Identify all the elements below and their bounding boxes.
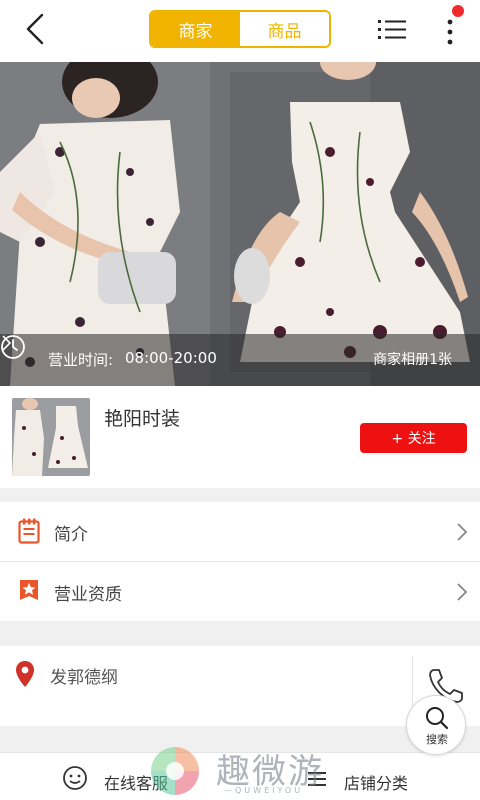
follow-button[interactable]: + 关注 <box>360 423 467 453</box>
business-hours-bar: 营业时间: 08:00-20:00 商家相册1张 <box>0 334 480 386</box>
smiley-chat-icon[interactable] <box>62 765 88 791</box>
row-qualification-label: 营业资质 <box>54 585 122 605</box>
notebook-icon <box>18 518 40 544</box>
shop-info-card: 艳阳时装 + 关注 <box>0 386 480 488</box>
search-label: 搜索 <box>426 733 448 746</box>
search-icon <box>426 707 449 730</box>
shop-name: 艳阳时装 <box>104 408 181 430</box>
row-qualification[interactable]: 营业资质 <box>0 562 480 621</box>
chevron-right-icon[interactable] <box>0 334 12 352</box>
list-icon[interactable] <box>376 15 408 45</box>
address-text: 发郭德纲 <box>50 668 118 688</box>
top-nav-bar: 商家 商品 <box>0 0 480 62</box>
location-pin-icon <box>16 661 34 687</box>
album-link[interactable]: 商家相册1张 <box>373 349 452 369</box>
bottom-bar: 在线客服 店铺分类 <box>0 752 480 800</box>
row-introduction-label: 简介 <box>54 525 88 545</box>
shop-thumbnail-image <box>12 398 90 476</box>
segment-control: 商家 商品 <box>149 10 331 48</box>
tab-merchant[interactable]: 商家 <box>151 12 240 46</box>
shop-thumbnail[interactable] <box>12 398 90 476</box>
shop-banner[interactable]: 营业时间: 08:00-20:00 商家相册1张 <box>0 62 480 386</box>
search-button[interactable]: 搜索 <box>406 695 466 755</box>
shop-categories-button[interactable]: 店铺分类 <box>344 770 408 794</box>
tab-products[interactable]: 商品 <box>240 12 329 46</box>
row-introduction[interactable]: 简介 <box>0 502 480 561</box>
chevron-left-icon[interactable] <box>20 12 52 46</box>
notification-dot <box>452 5 464 17</box>
star-badge-icon <box>20 580 38 600</box>
hours-label: 营业时间: <box>48 351 114 369</box>
customer-service-button[interactable]: 在线客服 <box>104 770 168 794</box>
hours-value: 08:00-20:00 <box>125 349 217 367</box>
chevron-right-icon <box>457 583 468 601</box>
menu-icon[interactable] <box>306 769 328 789</box>
chevron-right-icon <box>457 523 468 541</box>
